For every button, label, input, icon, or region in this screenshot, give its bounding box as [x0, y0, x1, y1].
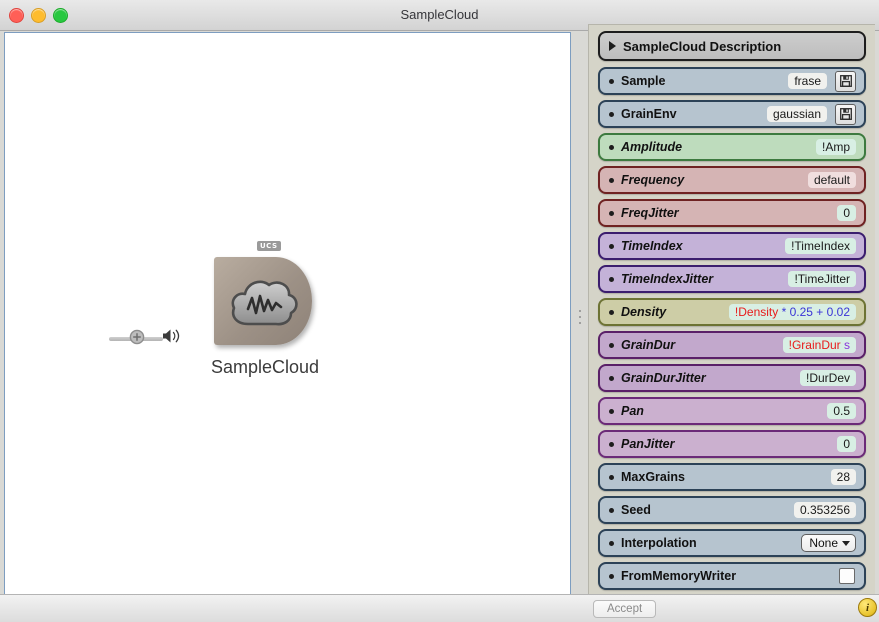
- param-bullet-icon: [609, 112, 614, 117]
- panel-header-label: SampleCloud Description: [623, 39, 781, 54]
- param-label: Pan: [621, 404, 644, 418]
- param-row-density[interactable]: Density !Density * 0.25 + 0.02: [598, 298, 866, 326]
- param-bullet-icon: [609, 574, 614, 579]
- param-value[interactable]: !TimeJitter: [788, 271, 856, 287]
- splitter-grip: [579, 310, 581, 328]
- param-bullet-icon: [609, 79, 614, 84]
- parameter-row-list: SampleCloud Description Sample frase Grain…: [589, 25, 875, 595]
- param-row-sample[interactable]: Sample frase: [598, 67, 866, 95]
- cloud-waveform-icon: [228, 273, 300, 338]
- triangle-right-icon[interactable]: [609, 41, 616, 51]
- patch-canvas[interactable]: UCS SampleCloud: [4, 32, 571, 599]
- param-row-pan[interactable]: Pan 0.5: [598, 397, 866, 425]
- param-label: GrainEnv: [621, 107, 677, 121]
- param-bullet-icon: [609, 277, 614, 282]
- param-value[interactable]: !Amp: [816, 139, 856, 155]
- param-dropdown-value: None: [809, 536, 838, 550]
- panel-header-row[interactable]: SampleCloud Description: [598, 31, 866, 61]
- speaker-icon[interactable]: [161, 327, 181, 350]
- param-value[interactable]: 28: [831, 469, 856, 485]
- param-value[interactable]: frase: [788, 73, 827, 89]
- plus-circle-icon[interactable]: [129, 329, 145, 350]
- param-row-maxgrains[interactable]: MaxGrains 28: [598, 463, 866, 491]
- param-label: GrainDurJitter: [621, 371, 706, 385]
- param-value[interactable]: 0: [837, 436, 856, 452]
- param-bullet-icon: [609, 145, 614, 150]
- bottom-bar: Accept i: [0, 594, 879, 622]
- panel-splitter[interactable]: [574, 32, 586, 599]
- param-value[interactable]: !TimeIndex: [785, 238, 856, 254]
- param-label: TimeIndexJitter: [621, 272, 713, 286]
- param-bullet-icon: [609, 244, 614, 249]
- app-window: SampleCloud UCS: [0, 0, 879, 621]
- accept-button[interactable]: Accept: [593, 600, 656, 618]
- param-bullet-icon: [609, 442, 614, 447]
- param-label: Frequency: [621, 173, 684, 187]
- param-bullet-icon: [609, 409, 614, 414]
- node-body[interactable]: [214, 257, 312, 345]
- param-value[interactable]: !DurDev: [800, 370, 856, 386]
- param-value[interactable]: 0.353256: [794, 502, 856, 518]
- param-bullet-icon: [609, 211, 614, 216]
- param-row-interpolation[interactable]: Interpolation None: [598, 529, 866, 557]
- param-label: Seed: [621, 503, 651, 517]
- param-bullet-icon: [609, 310, 614, 315]
- param-row-timeindexjitter[interactable]: TimeIndexJitter !TimeJitter: [598, 265, 866, 293]
- param-value[interactable]: default: [808, 172, 856, 188]
- param-label: TimeIndex: [621, 239, 683, 253]
- param-value[interactable]: gaussian: [767, 106, 827, 122]
- param-label: FromMemoryWriter: [621, 569, 736, 583]
- param-row-graindurjitter[interactable]: GrainDurJitter !DurDev: [598, 364, 866, 392]
- node-label: SampleCloud: [181, 357, 349, 378]
- param-bullet-icon: [609, 475, 614, 480]
- param-label: Interpolation: [621, 536, 697, 550]
- param-label: FreqJitter: [621, 206, 679, 220]
- param-value-token: !GrainDur: [789, 338, 841, 352]
- param-value[interactable]: !GrainDur s: [783, 337, 856, 353]
- param-value-token: * 0.25 + 0.02: [782, 305, 850, 319]
- parameter-panel[interactable]: SampleCloud Description Sample frase Grain…: [588, 24, 875, 595]
- param-row-seed[interactable]: Seed 0.353256: [598, 496, 866, 524]
- param-label: MaxGrains: [621, 470, 685, 484]
- param-row-frommemorywriter[interactable]: FromMemoryWriter: [598, 562, 866, 590]
- param-label: PanJitter: [621, 437, 675, 451]
- param-row-frequency[interactable]: Frequency default: [598, 166, 866, 194]
- param-value[interactable]: 0.5: [827, 403, 856, 419]
- param-checkbox[interactable]: [839, 568, 855, 584]
- param-bullet-icon: [609, 508, 614, 513]
- param-bullet-icon: [609, 178, 614, 183]
- param-label: Amplitude: [621, 140, 682, 154]
- param-value-token: !Density: [735, 305, 778, 319]
- param-label: Density: [621, 305, 666, 319]
- samplecloud-node[interactable]: UCS SampleCloud: [214, 257, 324, 347]
- param-value-token: s: [844, 338, 850, 352]
- param-row-amplitude[interactable]: Amplitude !Amp: [598, 133, 866, 161]
- chevron-down-icon: [842, 541, 850, 546]
- param-bullet-icon: [609, 541, 614, 546]
- param-label: GrainDur: [621, 338, 675, 352]
- info-icon[interactable]: i: [858, 598, 877, 617]
- param-value[interactable]: 0: [837, 205, 856, 221]
- param-row-grainenv[interactable]: GrainEnv gaussian: [598, 100, 866, 128]
- param-dropdown[interactable]: None: [801, 534, 856, 552]
- param-row-timeindex[interactable]: TimeIndex !TimeIndex: [598, 232, 866, 260]
- param-row-panjitter[interactable]: PanJitter 0: [598, 430, 866, 458]
- param-bullet-icon: [609, 376, 614, 381]
- param-label: Sample: [621, 74, 665, 88]
- save-icon[interactable]: [835, 104, 856, 125]
- param-row-graindur[interactable]: GrainDur !GrainDur s: [598, 331, 866, 359]
- ucs-badge: UCS: [257, 241, 281, 251]
- save-icon[interactable]: [835, 71, 856, 92]
- param-row-freqjitter[interactable]: FreqJitter 0: [598, 199, 866, 227]
- param-bullet-icon: [609, 343, 614, 348]
- param-value[interactable]: !Density * 0.25 + 0.02: [729, 304, 856, 320]
